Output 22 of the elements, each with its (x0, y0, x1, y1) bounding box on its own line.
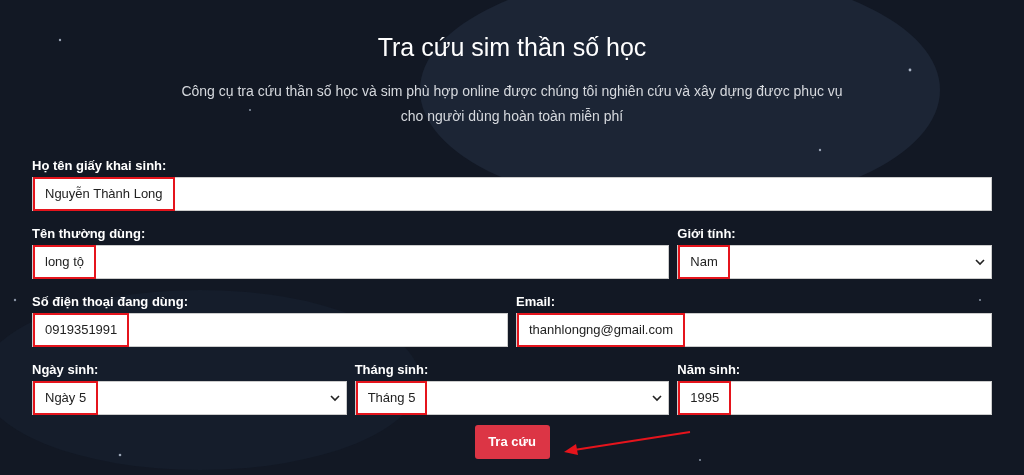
search-button[interactable]: Tra cứu (474, 425, 550, 459)
field-label: Giới tính: (677, 226, 736, 242)
chevron-down-icon (329, 394, 340, 402)
field-label: Năm sinh: (677, 362, 741, 378)
field-label: Số điện thoại đang dùng: (32, 294, 188, 310)
input-field[interactable]: 1995 (677, 381, 992, 415)
field-label: Tháng sinh: (354, 362, 429, 378)
field-label: Họ tên giấy khai sinh: (32, 158, 167, 174)
select-field[interactable]: Ngày 5 (32, 381, 347, 415)
select-field[interactable]: Nam (677, 245, 992, 279)
chevron-down-icon (652, 394, 663, 402)
input-field[interactable]: Nguyễn Thành Long (32, 177, 992, 211)
field-label: Tên thường dùng: (32, 226, 146, 242)
input-field[interactable]: 0919351991 (32, 313, 508, 347)
input-field[interactable]: thanhlongng@gmail.com (516, 313, 992, 347)
page-title: Tra cứu sim thần số học (376, 32, 648, 63)
chevron-down-icon (975, 258, 985, 266)
select-field[interactable]: Tháng 5 (354, 381, 670, 415)
page-description: Công cụ tra cứu thần số học và sim phù hợp online được chúng tôi nghiên cứu và xây dựng được phục vụ cho người dùng hoàn toàn miễn phí (180, 82, 844, 126)
field-label: Ngày sinh: (32, 362, 99, 378)
field-label: Email: (516, 294, 555, 310)
input-field[interactable]: long tộ (32, 245, 670, 279)
